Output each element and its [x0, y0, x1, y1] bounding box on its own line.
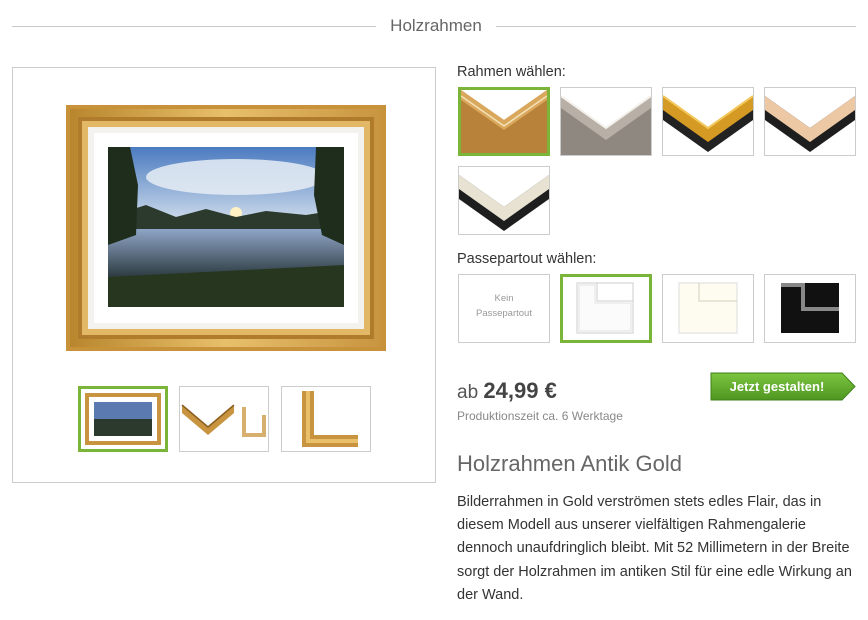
passepartout-black-icon	[781, 283, 839, 333]
product-preview	[12, 67, 436, 483]
passepartout-option-none[interactable]: Kein Passepartout	[458, 274, 550, 343]
frame-option-silver[interactable]	[560, 87, 652, 156]
passepartout-none-text: Kein Passepartout	[459, 291, 549, 321]
product-description: Bilderrahmen in Gold verströmen stets ed…	[457, 494, 852, 603]
passepartout-white-icon	[576, 282, 634, 334]
create-now-button[interactable]: Jetzt gestalten!	[710, 372, 856, 401]
frame-option-gold[interactable]	[458, 87, 550, 156]
gallery-thumb-frame-profile[interactable]	[179, 386, 269, 452]
gallery-thumb-framed-photo[interactable]	[78, 386, 168, 452]
frame-select-label: Rahmen wählen:	[457, 64, 566, 80]
page-title: Holzrahmen	[390, 16, 482, 35]
passepartout-option-black[interactable]	[764, 274, 856, 343]
cta-label: Jetzt gestalten!	[729, 379, 825, 394]
passepartout-none-line2: Passepartout	[476, 308, 532, 319]
gallery-thumb-frame-corner[interactable]	[281, 386, 371, 452]
price: ab 24,99 €	[457, 378, 557, 404]
frame-gold-icon	[461, 90, 547, 153]
price-value: 24,99 €	[483, 378, 557, 403]
passepartout-option-cream[interactable]	[662, 274, 754, 343]
header-divider-right	[496, 26, 856, 27]
passepartout-cream-icon	[678, 282, 738, 334]
frame-option-natural-black[interactable]	[764, 87, 856, 156]
price-prefix: ab	[457, 382, 479, 403]
frame-option-gold-black[interactable]	[662, 87, 754, 156]
frame-gold-black-icon	[663, 95, 753, 152]
production-time: Produktionszeit ca. 6 Werktage	[457, 409, 623, 423]
passepartout-option-white[interactable]	[560, 274, 652, 343]
passepartout-select-label: Passepartout wählen:	[457, 251, 597, 267]
frame-natural-black-icon	[765, 96, 855, 152]
framed-photo-preview	[66, 105, 386, 351]
frame-option-cream-black[interactable]	[458, 166, 550, 235]
frame-silver-icon	[561, 95, 651, 155]
framed-photo-thumb-icon	[85, 393, 161, 445]
frame-cream-black-icon	[459, 175, 549, 231]
passepartout-none-line1: Kein	[494, 293, 514, 304]
frame-profile-icon	[181, 404, 266, 437]
header-divider-left	[12, 26, 376, 27]
product-title: Holzrahmen Antik Gold	[457, 451, 682, 476]
frame-corner-icon	[302, 391, 358, 447]
